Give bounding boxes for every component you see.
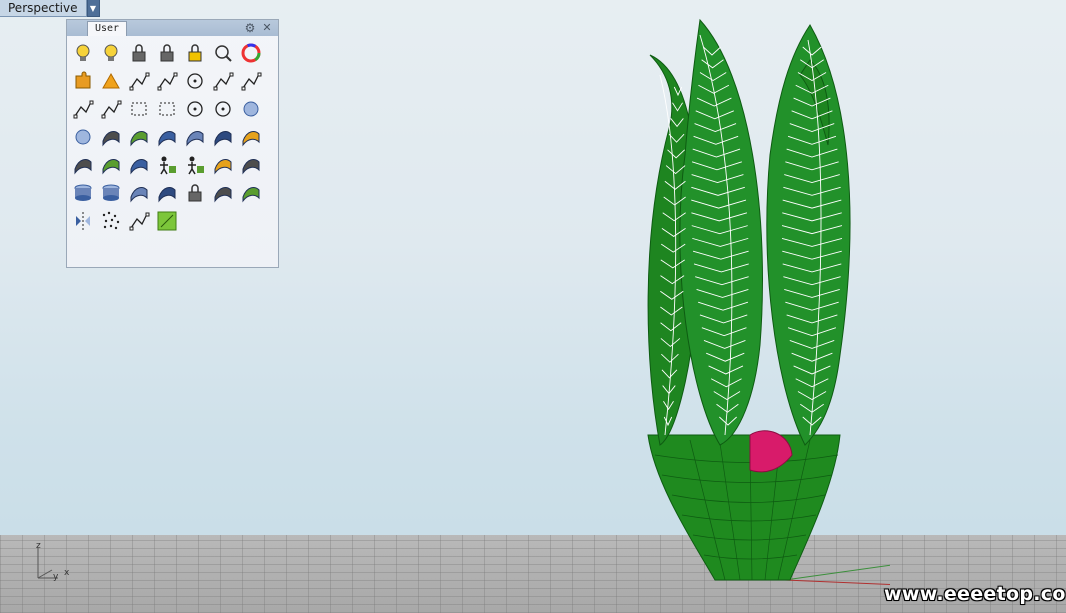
sweep-2-icon[interactable] — [154, 124, 180, 150]
fillet-curve-icon[interactable] — [238, 68, 264, 94]
unlock-icon[interactable] — [154, 40, 180, 66]
cylinder-1-icon[interactable] — [70, 180, 96, 206]
watermark: www.eeeetop.com — [884, 583, 1066, 605]
stem-base — [647, 434, 841, 581]
revolve-2-icon[interactable] — [98, 152, 124, 178]
rectangle-icon[interactable] — [154, 96, 180, 122]
extrude-icon[interactable] — [126, 152, 152, 178]
x-axis-line — [784, 579, 890, 585]
mirror-icon[interactable] — [70, 208, 96, 234]
viewport-title[interactable]: Perspective — [0, 0, 87, 17]
arc-icon[interactable] — [126, 208, 152, 234]
perspective-viewport[interactable]: Perspective ▼ User ⚙ ✕ z y x www.eeeetop… — [0, 0, 1066, 613]
curve-points-icon[interactable] — [210, 68, 236, 94]
twist-surface-icon[interactable] — [210, 152, 236, 178]
unroll-surface-icon[interactable] — [126, 180, 152, 206]
zoom-extents-icon[interactable] — [210, 40, 236, 66]
light-bulb-off-icon[interactable] — [70, 40, 96, 66]
group-blocks-icon[interactable] — [182, 180, 208, 206]
user-toolbar-panel: User ⚙ ✕ — [66, 19, 279, 268]
tab-user[interactable]: User — [87, 21, 127, 36]
cylinder-2-icon[interactable] — [98, 180, 124, 206]
viewport-tab: Perspective ▼ — [0, 0, 100, 17]
fillet-surface-icon[interactable] — [210, 124, 236, 150]
point-cloud-icon[interactable] — [98, 208, 124, 234]
axis-z-label: z — [36, 541, 41, 551]
light-bulb-on-icon[interactable] — [98, 40, 124, 66]
layer-stack-icon[interactable] — [154, 180, 180, 206]
lock-icon[interactable] — [126, 40, 152, 66]
rectangle-select-icon[interactable] — [126, 96, 152, 122]
close-icon[interactable]: ✕ — [260, 21, 274, 35]
color-wheel-icon[interactable] — [238, 40, 264, 66]
plane-surface-icon[interactable] — [238, 152, 264, 178]
world-axes-icon: z y x — [36, 541, 70, 582]
puzzle-icon[interactable] — [70, 68, 96, 94]
zigzag-curve-icon[interactable] — [98, 96, 124, 122]
plant-3d-model[interactable] — [600, 15, 890, 595]
sphere-dots-icon[interactable] — [70, 124, 96, 150]
polyline-icon[interactable] — [154, 68, 180, 94]
degree-curve-icon[interactable] — [70, 96, 96, 122]
gear-icon[interactable]: ⚙ — [243, 21, 257, 35]
offset-surface-icon[interactable] — [238, 124, 264, 150]
circle-center-icon[interactable] — [182, 96, 208, 122]
dimension-person-icon[interactable] — [154, 152, 180, 178]
axis-y-label: y — [53, 572, 59, 582]
leaf-center — [679, 18, 763, 446]
blend-surface-icon[interactable] — [182, 124, 208, 150]
axis-x-label: x — [64, 568, 70, 578]
toolbar-icon-grid — [69, 39, 265, 235]
sphere-icon[interactable] — [238, 96, 264, 122]
circle-point-icon[interactable] — [182, 68, 208, 94]
revolve-1-icon[interactable] — [70, 152, 96, 178]
split-edge-icon[interactable] — [238, 180, 264, 206]
triangle-down-icon[interactable]: ▼ — [86, 0, 100, 17]
texture-map-icon[interactable] — [154, 208, 180, 234]
unlock-selected-icon[interactable] — [182, 40, 208, 66]
ellipse-icon[interactable] — [210, 96, 236, 122]
surface-diamond-icon[interactable] — [98, 124, 124, 150]
dimension-person-2-icon[interactable] — [182, 152, 208, 178]
explode-icon[interactable] — [98, 68, 124, 94]
scale-arrow-icon[interactable] — [210, 180, 236, 206]
sweep-1-icon[interactable] — [126, 124, 152, 150]
line-icon[interactable] — [126, 68, 152, 94]
